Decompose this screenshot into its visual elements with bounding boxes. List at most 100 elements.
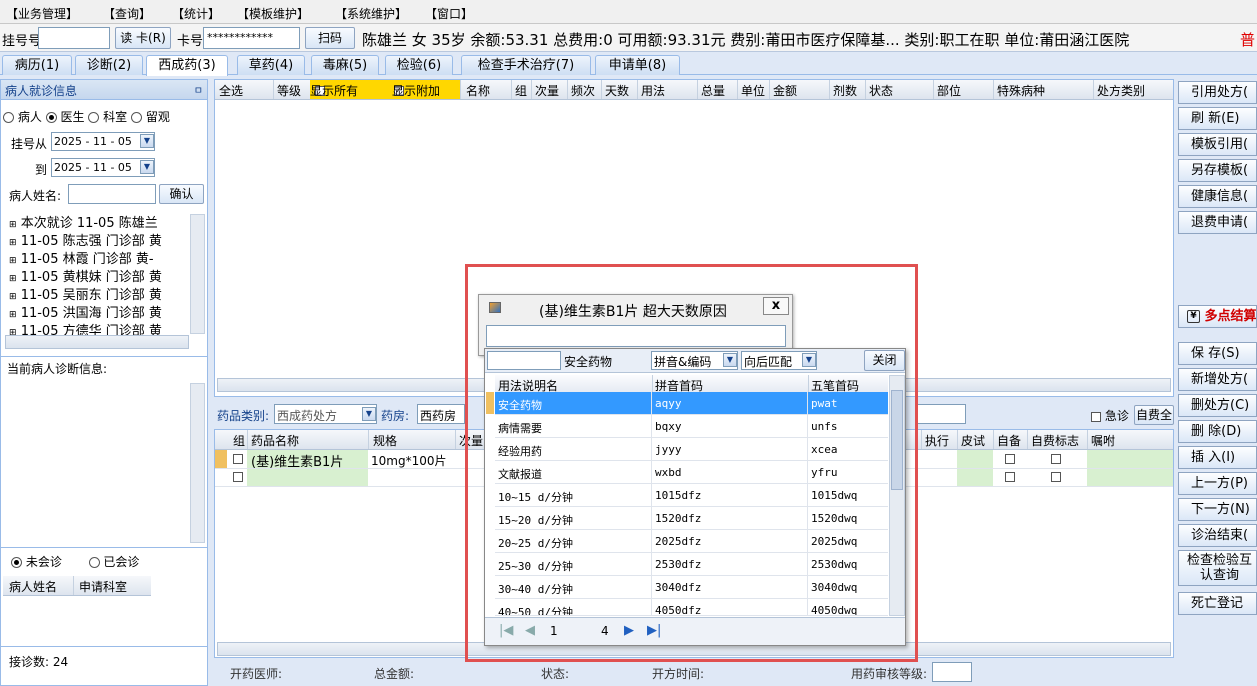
finish-treatment-button[interactable]: 诊治结束( <box>1178 524 1257 547</box>
read-card-button[interactable]: 读 卡(R) <box>115 27 171 49</box>
picker-close-button[interactable]: 关闭 <box>864 350 905 371</box>
drug-name-cell[interactable]: (基)维生素B1片 <box>251 451 343 470</box>
from-date-dropdown-icon[interactable]: ▼ <box>140 134 154 148</box>
first-page-icon[interactable]: |◀ <box>499 623 513 638</box>
picker-search-input[interactable] <box>487 351 561 370</box>
tree-item[interactable]: ⊞ 11-05 黄棋妹 门诊部 黄 <box>9 266 189 285</box>
tree-item[interactable]: ⊞ 本次就诊 11-05 陈雄兰 <box>9 212 189 231</box>
rx-type-dropdown-icon[interactable]: ▼ <box>362 407 376 421</box>
selfpay-button[interactable]: 自费全 <box>1134 405 1174 425</box>
picker-vscrollbar[interactable] <box>889 375 905 616</box>
next-page-icon[interactable]: ▶ <box>624 623 634 638</box>
scan-button[interactable]: 扫码 <box>305 27 355 49</box>
tab-diagnosis[interactable]: 诊断(2) <box>75 55 143 75</box>
show-all-toggle[interactable]: 显示所有 <box>310 80 392 99</box>
next-rx-button[interactable]: 下一方(N) <box>1178 498 1257 521</box>
col-total: 总量 <box>701 84 726 98</box>
picker-row[interactable]: 经验用药 jyyy xcea <box>495 438 888 461</box>
insert-button[interactable]: 插 入(I) <box>1178 446 1257 469</box>
menu-window[interactable]: 【窗口】 <box>425 5 473 22</box>
card-label: 卡号 <box>177 34 204 49</box>
menu-stats[interactable]: 【统计】 <box>172 5 220 22</box>
match-dropdown-icon[interactable]: ▼ <box>802 353 816 367</box>
tree-item[interactable]: ⊞ 11-05 陈志强 门诊部 黄 <box>9 230 189 249</box>
tab-application[interactable]: 申请单(8) <box>595 55 680 75</box>
tree-item[interactable]: ⊞ 11-05 洪国海 门诊部 黄 <box>9 302 189 321</box>
patient-name-input[interactable] <box>68 184 156 204</box>
radio-doctor[interactable] <box>45 112 57 123</box>
guahao-input[interactable] <box>38 27 110 49</box>
self-provided-checkbox-2[interactable] <box>1005 472 1015 482</box>
cite-rx-button[interactable]: 引用处方( <box>1178 81 1257 104</box>
to-date-dropdown-icon[interactable]: ▼ <box>140 160 154 174</box>
delete-rx-button[interactable]: 删处方(C) <box>1178 394 1257 417</box>
picker-row[interactable]: 文献报道 wxbd yfru <box>495 461 888 484</box>
tab-lab[interactable]: 检验(6) <box>385 55 453 75</box>
new-rx-button[interactable]: 新增处方( <box>1178 368 1257 391</box>
tab-exam[interactable]: 检查手术治疗(7) <box>461 55 591 75</box>
self-provided-checkbox[interactable] <box>1005 454 1015 464</box>
radio-department[interactable] <box>88 112 100 123</box>
save-button[interactable]: 保 存(S) <box>1178 342 1257 365</box>
tree-item[interactable]: ⊞ 11-05 林霞 门诊部 黄- <box>9 248 189 267</box>
picker-row[interactable]: 15~20 d/分钟 1520dfz 1520dwq <box>495 507 888 530</box>
tree-hscrollbar[interactable] <box>5 335 189 349</box>
picker-toolbar: 安全药物 拼音&编码 ▼ 向后匹配 ▼ 关闭 <box>485 349 905 373</box>
refund-apply-button[interactable]: 退费申请( <box>1178 211 1257 234</box>
mutual-recognition-button[interactable]: 检查检验互认查询 <box>1178 550 1257 586</box>
menu-business[interactable]: 【业务管理】 <box>6 5 78 22</box>
pin-icon[interactable]: ㅁ <box>194 82 203 97</box>
rx-extra-input[interactable] <box>916 404 966 424</box>
picker-row[interactable]: 40~50 d/分钟 4050dfz 4050dwq <box>495 599 888 616</box>
tab-medical-record[interactable]: 病历(1) <box>2 55 72 75</box>
radio-observation[interactable] <box>131 112 143 123</box>
tree-item[interactable]: ⊞ 11-05 方德华 门诊部 黄 <box>9 320 189 336</box>
dialog-close-icon[interactable]: x <box>763 297 789 315</box>
reason-input[interactable] <box>486 325 786 347</box>
health-info-button[interactable]: 健康信息( <box>1178 185 1257 208</box>
last-page-icon[interactable]: ▶| <box>647 623 661 638</box>
picker-row[interactable]: 安全药物 aqyy pwat <box>495 392 888 415</box>
picker-row[interactable]: 30~40 d/分钟 3040dfz 3040dwq <box>495 576 888 599</box>
row2-group-checkbox[interactable] <box>233 472 243 482</box>
tab-herbal[interactable]: 草药(4) <box>237 55 305 75</box>
prev-page-icon[interactable]: ◀ <box>525 623 535 638</box>
menu-query[interactable]: 【查询】 <box>103 5 151 22</box>
radio-consulted[interactable] <box>88 557 100 568</box>
radio-patient[interactable] <box>3 112 14 123</box>
card-input[interactable]: ************ <box>203 27 300 49</box>
delete-button[interactable]: 删 除(D) <box>1178 420 1257 443</box>
col-b-self-provided: 自备 <box>997 434 1022 448</box>
death-register-button[interactable]: 死亡登记 <box>1178 592 1257 615</box>
tree-vscrollbar[interactable] <box>190 214 205 334</box>
col-select-all[interactable]: 全选 <box>219 82 243 99</box>
menu-system[interactable]: 【系统维护】 <box>335 5 407 22</box>
picker-row[interactable]: 病情需要 bqxy unfs <box>495 415 888 438</box>
multi-settle-button[interactable]: ¥ 多点结算 <box>1178 305 1257 328</box>
audit-level-input[interactable] <box>932 662 972 682</box>
pharmacy-select[interactable]: 西药房 <box>417 404 465 424</box>
selfpay-flag-checkbox[interactable] <box>1051 454 1061 464</box>
row-group-checkbox[interactable] <box>233 454 243 464</box>
mode-dropdown-icon[interactable]: ▼ <box>723 353 737 367</box>
tab-narcotic[interactable]: 毒麻(5) <box>311 55 379 75</box>
tab-western-medicine[interactable]: 西成药(3) <box>146 55 228 76</box>
radio-not-consulted[interactable] <box>11 557 22 568</box>
picker-pager: |◀ ◀ 1 4 ▶ ▶| <box>485 617 905 645</box>
urgent-toggle[interactable]: 急诊 <box>1091 407 1129 424</box>
menu-template[interactable]: 【模板维护】 <box>237 5 309 22</box>
prev-rx-button[interactable]: 上一方(P) <box>1178 472 1257 495</box>
current-page[interactable]: 1 <box>550 624 558 638</box>
confirm-button[interactable]: 确认 <box>159 184 204 204</box>
picker-row[interactable]: 25~30 d/分钟 2530dfz 2530dwq <box>495 553 888 576</box>
radio-department-label: 科室 <box>103 110 128 124</box>
template-cite-button[interactable]: 模板引用( <box>1178 133 1257 156</box>
tree-item[interactable]: ⊞ 11-05 吴丽东 门诊部 黄 <box>9 284 189 303</box>
save-template-button[interactable]: 另存模板( <box>1178 159 1257 182</box>
picker-row[interactable]: 20~25 d/分钟 2025dfz 2025dwq <box>495 530 888 553</box>
selfpay-flag-checkbox-2[interactable] <box>1051 472 1061 482</box>
refresh-button[interactable]: 刷 新(E) <box>1178 107 1257 130</box>
picker-row[interactable]: 10~15 d/分钟 1015dfz 1015dwq <box>495 484 888 507</box>
diagnosis-vscrollbar[interactable] <box>190 383 205 543</box>
show-extra-toggle[interactable]: ✓ 显示附加 <box>392 80 460 99</box>
